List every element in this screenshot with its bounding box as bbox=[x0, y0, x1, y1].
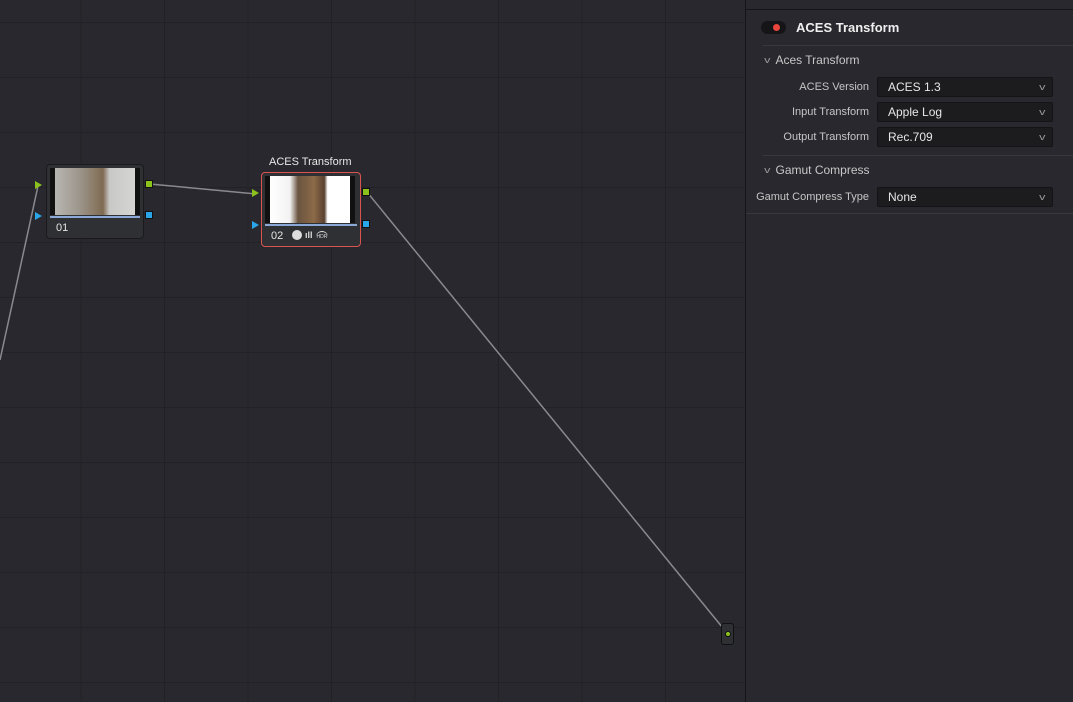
alpha-output-port[interactable] bbox=[362, 220, 370, 228]
wire-02-to-output bbox=[366, 191, 728, 634]
rgb-input-port[interactable] bbox=[35, 181, 42, 189]
rgb-output-port[interactable] bbox=[145, 180, 153, 188]
node-title: ACES Transform bbox=[269, 156, 352, 168]
select-value: None bbox=[888, 189, 917, 204]
field-label: Input Transform bbox=[791, 105, 869, 118]
hdr-icon: HDR bbox=[315, 230, 329, 240]
field-label: Output Transform bbox=[783, 130, 869, 143]
section-title: Gamut Compress bbox=[775, 163, 870, 177]
rgb-output-port[interactable] bbox=[362, 188, 370, 196]
enable-toggle[interactable] bbox=[761, 21, 786, 34]
chevron-down-icon: v bbox=[1038, 191, 1045, 202]
node-status-bar bbox=[265, 224, 357, 226]
levels-icon: ıll bbox=[305, 230, 313, 240]
section-aces-transform[interactable]: v Aces Transform bbox=[746, 46, 1073, 74]
alpha-input-port[interactable] bbox=[35, 212, 42, 220]
rgb-input-port[interactable] bbox=[252, 189, 259, 197]
wire-source-to-01 bbox=[0, 185, 39, 361]
wire-01-to-02 bbox=[149, 183, 257, 195]
gamut-compress-type-select[interactable]: None v bbox=[877, 186, 1053, 207]
chevron-down-icon: v bbox=[1038, 81, 1045, 92]
input-transform-select[interactable]: Apple Log v bbox=[877, 101, 1053, 122]
output-transform-select[interactable]: Rec.709 v bbox=[877, 126, 1053, 147]
panel-title: ACES Transform bbox=[796, 20, 900, 35]
select-value: ACES 1.3 bbox=[888, 79, 941, 94]
node-02[interactable]: 02 ıll HDR bbox=[261, 172, 361, 247]
node-label: 01 bbox=[56, 222, 69, 234]
output-node[interactable] bbox=[721, 623, 734, 645]
field-label: Gamut Compress Type bbox=[756, 190, 869, 203]
connections bbox=[0, 183, 728, 634]
node-01[interactable]: 01 bbox=[46, 164, 144, 239]
chevron-down-icon: v bbox=[764, 55, 771, 65]
node-thumbnail bbox=[265, 176, 355, 223]
aces-icon bbox=[292, 230, 302, 240]
node-label: 02 bbox=[271, 230, 284, 242]
select-value: Apple Log bbox=[888, 104, 943, 119]
section-title: Aces Transform bbox=[775, 53, 860, 67]
node-thumbnail bbox=[50, 168, 140, 215]
alpha-input-port[interactable] bbox=[252, 221, 259, 229]
alpha-output-port[interactable] bbox=[145, 211, 153, 219]
chevron-down-icon: v bbox=[1038, 131, 1045, 142]
output-port[interactable] bbox=[725, 631, 731, 637]
aces-version-select[interactable]: ACES 1.3 v bbox=[877, 76, 1053, 97]
section-gamut-compress[interactable]: v Gamut Compress bbox=[746, 156, 1073, 184]
inspector-panel: ACES Transform v Aces Transform ACES Vers… bbox=[745, 0, 1073, 702]
select-value: Rec.709 bbox=[888, 129, 933, 144]
chevron-down-icon: v bbox=[1038, 106, 1045, 117]
field-label: ACES Version bbox=[799, 80, 869, 93]
node-graph[interactable]: 01 ACES Transform 02 ıll HDR bbox=[0, 0, 745, 702]
chevron-down-icon: v bbox=[764, 165, 771, 175]
node-status-bar bbox=[50, 216, 140, 218]
